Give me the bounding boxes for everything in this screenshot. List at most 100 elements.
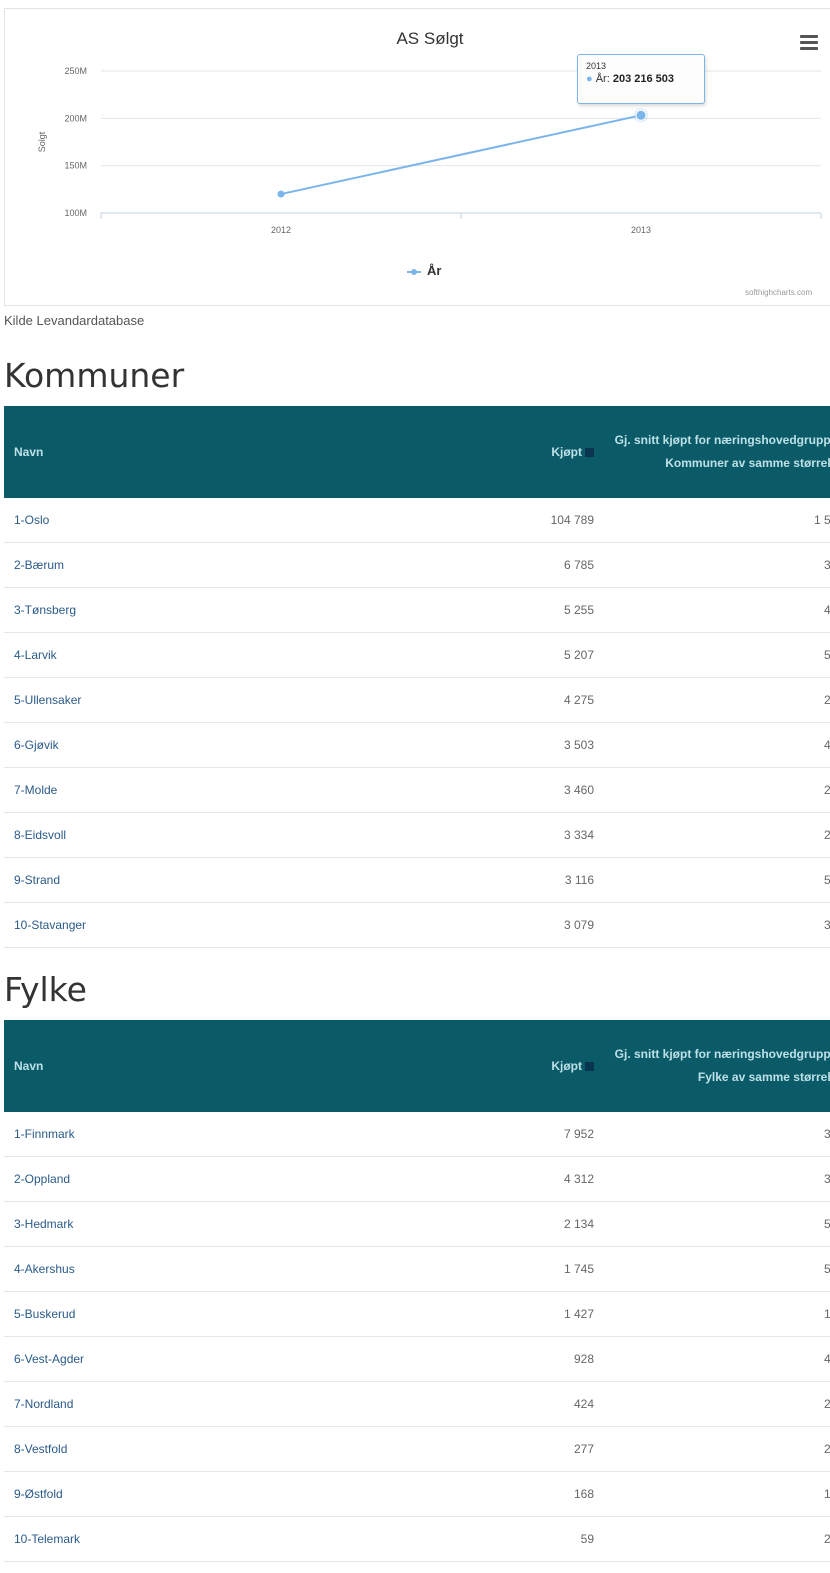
row-name-link[interactable]: 4-Larvik: [14, 648, 57, 662]
row-kjopt-cell: 2 134: [504, 1201, 604, 1247]
row-name-link[interactable]: 9-Østfold: [14, 1487, 63, 1501]
row-name-cell: 10-Stavanger: [4, 902, 504, 948]
row-average-cell: 288: [604, 1426, 830, 1472]
row-name-link[interactable]: 10-Stavanger: [14, 918, 86, 932]
row-average-cell: 338: [604, 902, 830, 948]
row-name-link[interactable]: 9-Strand: [14, 873, 60, 887]
row-kjopt-cell: 1 427: [504, 1291, 604, 1337]
row-kjopt-cell: 3 503: [504, 722, 604, 768]
chart-credits[interactable]: softhighcharts.com: [745, 288, 812, 297]
table-row: 7-Nordland 424244: [4, 1381, 830, 1427]
row-name-link[interactable]: 1-Finnmark: [14, 1127, 75, 1141]
row-kjopt-cell: 104 789: [504, 498, 604, 543]
x-tick-label: 2013: [631, 225, 651, 235]
row-average-cell: 267: [604, 677, 830, 723]
table-row: 9-Østfold 168173: [4, 1471, 830, 1517]
legend-label: År: [427, 263, 442, 278]
row-name-link[interactable]: 10-Telemark: [14, 1532, 80, 1546]
table-row: 1-Finnmark 7 952354: [4, 1112, 830, 1157]
row-name-cell: 8-Eidsvoll: [4, 812, 504, 858]
row-kjopt-cell: 4 312: [504, 1156, 604, 1202]
row-average-cell: 255: [604, 812, 830, 858]
legend-line-icon: [407, 268, 421, 275]
row-kjopt-cell: 5 207: [504, 632, 604, 678]
table-row: 3-Hedmark 2 134591: [4, 1201, 830, 1247]
chart-tooltip: 2013 ● År: 203 216 503: [577, 54, 705, 104]
table-header-row: Navn Kjøpt Gj. snitt kjøpt for næringsho…: [4, 1020, 830, 1112]
row-name-cell: 8-Vestfold: [4, 1426, 504, 1472]
column-header-kjopt[interactable]: Kjøpt: [504, 406, 604, 498]
row-kjopt-cell: 3 079: [504, 902, 604, 948]
row-name-cell: 5-Buskerud: [4, 1291, 504, 1337]
column-header-average[interactable]: Gj. snitt kjøpt for næringshovedgruppe i…: [604, 406, 830, 498]
row-name-link[interactable]: 8-Eidsvoll: [14, 828, 66, 842]
row-name-link[interactable]: 5-Ullensaker: [14, 693, 81, 707]
column-header-name[interactable]: Navn: [4, 1020, 504, 1112]
tooltip-series: År: [595, 73, 607, 85]
tooltip-series-dot-icon: ●: [586, 73, 593, 85]
row-kjopt-cell: 928: [504, 1336, 604, 1382]
row-name-link[interactable]: 3-Tønsberg: [14, 603, 76, 617]
row-name-cell: 6-Gjøvik: [4, 722, 504, 768]
table-row: 4-Akershus 1 745528: [4, 1246, 830, 1292]
row-average-cell: 214: [604, 1516, 830, 1562]
fylke-heading: Fylke: [4, 970, 87, 1009]
row-name-cell: 10-Telemark: [4, 1516, 504, 1562]
row-average-cell: 525: [604, 857, 830, 903]
row-name-link[interactable]: 2-Oppland: [14, 1172, 70, 1186]
y-tick-label: 100M: [64, 208, 87, 218]
row-kjopt-cell: 6 785: [504, 542, 604, 588]
row-kjopt-cell: 1 745: [504, 1246, 604, 1292]
row-kjopt-cell: 4 275: [504, 677, 604, 723]
table-row: 5-Ullensaker 4 275267: [4, 677, 830, 723]
row-name-link[interactable]: 5-Buskerud: [14, 1307, 75, 1321]
line-chart: 100M 150M 200M 250M 2012 2013 Solgt: [37, 66, 822, 235]
row-name-cell: 3-Tønsberg: [4, 587, 504, 633]
y-tick-label: 150M: [64, 161, 87, 171]
row-average-cell: 123: [604, 1291, 830, 1337]
row-kjopt-cell: 3 460: [504, 767, 604, 813]
row-kjopt-cell: 277: [504, 1426, 604, 1472]
column-header-average[interactable]: Gj. snitt kjøpt for næringshovedgruppe i…: [604, 1020, 830, 1112]
row-name-link[interactable]: 7-Nordland: [14, 1397, 73, 1411]
fylke-table: Navn Kjøpt Gj. snitt kjøpt for næringsho…: [4, 1020, 830, 1562]
chart-container: AS Sølgt 100M 150M 200M 250M 2012 2013 Solgt 2…: [4, 8, 830, 306]
row-average-cell: 371: [604, 542, 830, 588]
table-row: 1-Oslo 104 7891 563: [4, 498, 830, 543]
data-point: [635, 109, 647, 121]
series-line: [280, 114, 642, 196]
row-average-cell: 463: [604, 1336, 830, 1382]
table-row: 8-Vestfold 277288: [4, 1426, 830, 1472]
row-name-link[interactable]: 3-Hedmark: [14, 1217, 73, 1231]
row-name-link[interactable]: 2-Bærum: [14, 558, 64, 572]
kommuner-heading: Kommuner: [4, 356, 185, 395]
row-name-link[interactable]: 1-Oslo: [14, 513, 49, 527]
x-tick-label: 2012: [271, 225, 291, 235]
table-row: 2-Bærum 6 785371: [4, 542, 830, 588]
table-row: 4-Larvik 5 207575: [4, 632, 830, 678]
row-name-link[interactable]: 6-Vest-Agder: [14, 1352, 84, 1366]
row-name-link[interactable]: 4-Akershus: [14, 1262, 75, 1276]
column-header-name[interactable]: Navn: [4, 406, 504, 498]
sort-icon: [585, 1062, 594, 1072]
tooltip-header: 2013: [586, 61, 607, 71]
column-header-kjopt[interactable]: Kjøpt: [504, 1020, 604, 1112]
row-name-cell: 1-Oslo: [4, 498, 504, 543]
row-name-link[interactable]: 6-Gjøvik: [14, 738, 59, 752]
row-name-cell: 5-Ullensaker: [4, 677, 504, 723]
table-row: 8-Eidsvoll 3 334255: [4, 812, 830, 858]
row-kjopt-cell: 7 952: [504, 1112, 604, 1157]
row-name-cell: 9-Østfold: [4, 1471, 504, 1517]
row-kjopt-cell: 424: [504, 1381, 604, 1427]
table-row: 6-Gjøvik 3 503400: [4, 722, 830, 768]
row-average-cell: 591: [604, 1201, 830, 1247]
row-name-link[interactable]: 7-Molde: [14, 783, 57, 797]
row-average-cell: 1 563: [604, 498, 830, 543]
row-name-link[interactable]: 8-Vestfold: [14, 1442, 67, 1456]
row-name-cell: 7-Molde: [4, 767, 504, 813]
sort-icon: [585, 448, 594, 458]
y-tick-label: 250M: [64, 66, 87, 76]
row-name-cell: 2-Bærum: [4, 542, 504, 588]
chart-legend-item[interactable]: År: [407, 263, 441, 278]
row-name-cell: 7-Nordland: [4, 1381, 504, 1427]
